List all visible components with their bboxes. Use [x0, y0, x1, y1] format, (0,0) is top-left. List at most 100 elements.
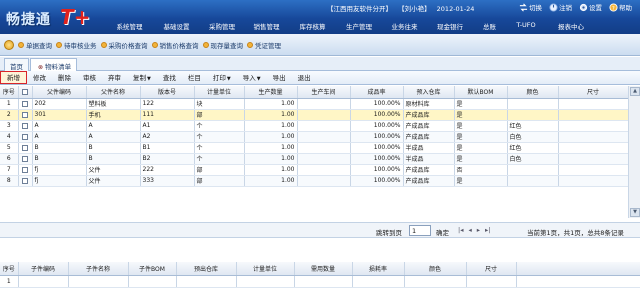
row-checkbox[interactable] [18, 131, 33, 143]
unapprove-button[interactable]: 弃审 [102, 71, 127, 85]
nav-item[interactable]: 总账 [473, 19, 506, 32]
exit-button[interactable]: 退出 [292, 71, 317, 85]
tab-home[interactable]: 首页 [4, 58, 29, 71]
find-button[interactable]: 查找 [157, 71, 182, 85]
quick-link[interactable]: 现存量查询 [202, 40, 243, 50]
column-header[interactable]: 父件编码 [32, 86, 87, 99]
nav-item[interactable]: 系统管理 [106, 19, 153, 32]
cell-qty: 1.00 [244, 98, 298, 110]
row-checkbox[interactable] [18, 153, 33, 165]
cell-name: 父件 [86, 164, 141, 176]
scroll-down-icon[interactable]: ▼ [630, 208, 640, 217]
select-all-checkbox[interactable] [18, 86, 33, 99]
column-header[interactable]: 子件BOM [128, 262, 177, 276]
confirm-button[interactable]: 确定 [436, 227, 449, 237]
nav-item[interactable]: 业务往来 [382, 19, 427, 32]
column-header[interactable]: 成品率 [350, 86, 404, 99]
row-checkbox[interactable] [18, 98, 33, 110]
next-page-icon[interactable]: ▸ [477, 226, 480, 234]
nav-item[interactable]: 现金银行 [427, 19, 473, 32]
column-header[interactable]: 生产车间 [297, 86, 351, 99]
help-button[interactable]: ? 帮助 [609, 2, 632, 12]
first-page-icon[interactable]: |◂ [458, 226, 463, 234]
copy-button[interactable]: 复制▼ [127, 71, 157, 85]
nav-item[interactable]: T-UFO [506, 19, 546, 32]
column-header[interactable]: 预出仓库 [176, 262, 237, 276]
cell[interactable] [516, 275, 640, 288]
nav-item[interactable]: 基础设置 [153, 19, 200, 32]
row-checkbox[interactable] [18, 120, 33, 132]
add-button[interactable]: 新增 [0, 71, 27, 84]
cell[interactable] [466, 275, 517, 288]
quickbar-toggle-icon[interactable] [4, 40, 14, 50]
cell[interactable] [352, 275, 405, 288]
column-header[interactable]: 版本号 [140, 86, 195, 99]
row-checkbox[interactable] [18, 175, 33, 187]
cell[interactable] [18, 275, 69, 288]
prev-page-icon[interactable]: ◂ [468, 226, 471, 234]
detail-row[interactable]: 1 [0, 275, 640, 288]
import-button[interactable]: 导入▼ [237, 71, 267, 85]
nav-item[interactable]: 报表中心 [546, 19, 596, 32]
switch-button[interactable]: 切换 [519, 2, 542, 12]
column-header[interactable]: 序号 [0, 86, 19, 99]
edit-button[interactable]: 修改 [27, 71, 52, 85]
cell[interactable] [404, 275, 467, 288]
table-row[interactable]: 3 A A A1 个 1.00 100.00% 产成品库是红色 [0, 120, 629, 132]
nav-item[interactable]: 库存核算 [289, 19, 336, 32]
row-checkbox[interactable] [18, 142, 33, 154]
tab-bom[interactable]: ⊗ 物料清单 [30, 58, 78, 71]
column-header[interactable]: 子件名称 [68, 262, 129, 276]
columns-button[interactable]: 栏目 [182, 71, 207, 85]
settings-button[interactable]: 设置 [579, 2, 602, 12]
column-header[interactable]: 颜色 [404, 262, 467, 276]
row-number: 7 [0, 164, 19, 176]
cell[interactable] [236, 275, 295, 288]
quick-link[interactable]: 单据查询 [18, 40, 52, 50]
print-button[interactable]: 打印▼ [207, 71, 237, 85]
scroll-up-icon[interactable]: ▲ [630, 87, 640, 96]
table-row[interactable]: 6 B B B2 个 1.00 100.00% 半成品是白色 [0, 153, 629, 165]
nav-item[interactable]: 采购管理 [200, 19, 244, 32]
quick-link[interactable]: 销售价格查询 [151, 40, 199, 50]
page-number-input[interactable]: 1 [409, 225, 431, 236]
nav-item[interactable]: 生产管理 [336, 19, 382, 32]
delete-button[interactable]: 删除 [52, 71, 77, 85]
quick-link[interactable]: 采购价格查询 [100, 40, 148, 50]
column-header[interactable]: 需用数量 [294, 262, 353, 276]
column-header[interactable]: 计量单位 [236, 262, 295, 276]
table-row[interactable]: 5 B B B1 个 1.00 100.00% 半成品是红色 [0, 142, 629, 154]
quick-link-label: 单据查询 [26, 42, 52, 50]
column-header[interactable]: 预入仓库 [403, 86, 455, 99]
logout-button[interactable]: 注销 [549, 2, 572, 12]
cell[interactable] [176, 275, 237, 288]
column-header[interactable]: 尺寸 [558, 86, 629, 99]
column-header[interactable]: 父件名称 [86, 86, 141, 99]
column-header[interactable]: 序号 [0, 262, 19, 276]
column-header[interactable]: 生产数量 [244, 86, 298, 99]
export-button[interactable]: 导出 [267, 71, 292, 85]
column-header[interactable]: 子件编码 [18, 262, 69, 276]
cell[interactable] [128, 275, 177, 288]
table-row[interactable]: 2 301 手机 111 部 1.00 100.00% 产成品库是 [0, 109, 629, 121]
last-page-icon[interactable]: ▸| [485, 226, 490, 234]
column-header[interactable]: 计量单位 [194, 86, 245, 99]
column-header[interactable]: 损耗率 [352, 262, 405, 276]
table-row[interactable]: 8 fj 父件 333 部 1.00 100.00% 产成品库是 [0, 175, 629, 187]
nav-item[interactable]: 销售管理 [244, 19, 289, 32]
table-row[interactable]: 1 202 塑料板 122 块 1.00 100.00% 原材料库是 [0, 98, 629, 110]
cell[interactable] [294, 275, 353, 288]
cell[interactable] [68, 275, 129, 288]
column-header[interactable]: 尺寸 [466, 262, 517, 276]
table-row[interactable]: 7 fj 父件 222 部 1.00 100.00% 产成品库否 [0, 164, 629, 176]
column-header[interactable]: 默认BOM [454, 86, 508, 99]
column-header[interactable]: 颜色 [507, 86, 559, 99]
cell-qty: 1.00 [244, 131, 298, 143]
table-row[interactable]: 4 A A A2 个 1.00 100.00% 产成品库是白色 [0, 131, 629, 143]
vertical-scrollbar[interactable]: ▲ ▼ [628, 86, 640, 218]
quick-link[interactable]: 待审核业务 [56, 40, 97, 50]
row-checkbox[interactable] [18, 164, 33, 176]
approve-button[interactable]: 审核 [77, 71, 102, 85]
quick-link[interactable]: 凭证管理 [247, 40, 281, 50]
row-checkbox[interactable] [18, 109, 33, 121]
